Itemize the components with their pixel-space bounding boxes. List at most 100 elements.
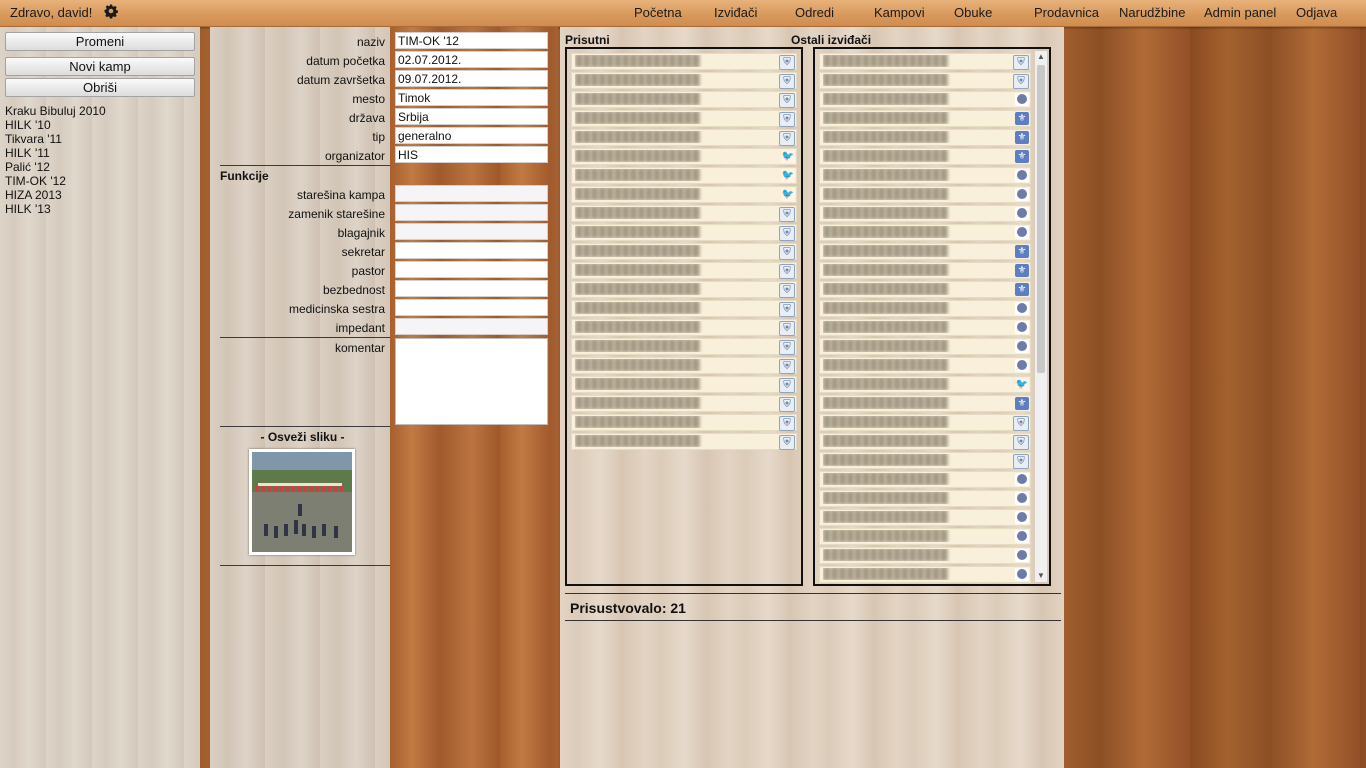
scout-row[interactable]: ████████████████ ⛨ [819,433,1031,450]
scout-row[interactable]: ████████████████ 🐦 [571,148,797,165]
scout-row[interactable]: ████████████████ ⛨ [819,414,1031,431]
nav-odredi[interactable]: Odredi [795,5,834,20]
camp-list-item[interactable]: HILK '11 [5,146,106,160]
scout-row[interactable]: ████████████████ ⛨ [571,110,797,127]
scout-row[interactable]: ████████████████ ⛨ [571,338,797,355]
drzava-field[interactable] [395,108,548,125]
scout-row[interactable]: ████████████████ ⛨ [571,281,797,298]
circle-icon [1015,549,1029,562]
scout-name-blurred: ████████████████ [823,454,948,466]
scout-row[interactable]: ████████████████⚜ [819,243,1031,260]
scout-row[interactable]: ████████████████ ⛨ [571,300,797,317]
scout-row[interactable]: ████████████████ ⛨ [571,224,797,241]
sekretar-field[interactable] [395,242,548,259]
scout-row[interactable]: ████████████████ ⛨ [571,433,797,450]
scout-row[interactable]: ████████████████ ⛨ [571,414,797,431]
mesto-field[interactable] [395,89,548,106]
scout-name-blurred: ████████████████ [575,169,700,181]
scout-row[interactable]: ████████████████ [819,471,1031,488]
scout-row[interactable]: ████████████████ [819,186,1031,203]
scout-row[interactable]: ████████████████ ⛨ [819,452,1031,469]
scout-row[interactable]: ████████████████⚜ [819,395,1031,412]
nav-admin-panel[interactable]: Admin panel [1204,5,1276,20]
camp-list-item[interactable]: Tikvara '11 [5,132,106,146]
zamenik-field[interactable] [395,204,548,221]
scout-row[interactable]: ████████████████ ⛨ [571,395,797,412]
scout-row[interactable]: ████████████████ [819,566,1031,583]
scout-row[interactable]: ████████████████ ⛨ [571,129,797,146]
present-scouts-list[interactable]: ████████████████ ⛨ ████████████████ ⛨ ██████… [565,47,803,586]
scout-row[interactable]: ████████████████⚜ [819,262,1031,279]
scout-row[interactable]: ████████████████⚜ [819,585,1031,586]
medicinska-sestra-field[interactable] [395,299,548,316]
nav-prodavnica[interactable]: Prodavnica [1034,5,1099,20]
scout-row[interactable]: ████████████████ [819,490,1031,507]
nav-odjava[interactable]: Odjava [1296,5,1337,20]
naziv-field[interactable] [395,32,548,49]
scout-row[interactable]: ████████████████ ⛨ [571,319,797,336]
scout-row[interactable]: ████████████████ ⛨ [819,72,1031,89]
komentar-textarea[interactable] [395,338,548,425]
scout-row[interactable]: ████████████████ ⛨ [571,53,797,70]
scout-name-blurred: ████████████████ [575,264,700,276]
camp-list-item[interactable]: TIM-OK '12 [5,174,106,188]
other-scouts-list[interactable]: ▲ ▼ ████████████████ ⛨ ████████████████ ⛨ ██… [813,47,1051,586]
scout-row[interactable]: ████████████████⚜ [819,129,1031,146]
nav-narudzbine[interactable]: Narudžbine [1119,5,1186,20]
datum-zavrsetka-field[interactable] [395,70,548,87]
scout-row[interactable]: ████████████████ [819,338,1031,355]
scout-row[interactable]: ████████████████ ⛨ [571,72,797,89]
scout-row[interactable]: ████████████████ [819,357,1031,374]
camp-list-item[interactable]: Palić '12 [5,160,106,174]
pastor-field[interactable] [395,261,548,278]
bezbednost-field[interactable] [395,280,548,297]
scroll-thumb[interactable] [1037,65,1045,373]
camp-list-item[interactable]: HILK '10 [5,118,106,132]
scout-row[interactable]: ████████████████ ⛨ [571,205,797,222]
scroll-down-icon[interactable]: ▼ [1035,570,1047,582]
scout-row[interactable]: ████████████████ [819,300,1031,317]
list-scrollbar[interactable]: ▲ ▼ [1035,51,1047,582]
nav-izvidjaci[interactable]: Izviđači [714,5,757,20]
nav-obuke[interactable]: Obuke [954,5,992,20]
scout-row[interactable]: ████████████████ [819,509,1031,526]
tip-field[interactable] [395,127,548,144]
scout-row[interactable]: ████████████████ 🐦 [571,167,797,184]
scroll-up-icon[interactable]: ▲ [1035,51,1047,63]
scout-row[interactable]: ████████████████ ⛨ [819,53,1031,70]
scout-row[interactable]: ████████████████ ⛨ [571,262,797,279]
crest-icon: ⛨ [779,302,795,317]
scout-row[interactable]: ████████████████ [819,205,1031,222]
nav-kampovi[interactable]: Kampovi [874,5,925,20]
scout-row[interactable]: ████████████████⚜ [819,148,1031,165]
camp-list-item[interactable]: HILK '13 [5,202,106,216]
camp-list-item[interactable]: Kraku Bibuluj 2010 [5,104,106,118]
scout-row[interactable]: ████████████████⚜ [819,110,1031,127]
staresina-field[interactable] [395,185,548,202]
scout-row[interactable]: ████████████████ [819,547,1031,564]
scout-row[interactable]: ████████████████ ⛨ [571,357,797,374]
blagajnik-field[interactable] [395,223,548,240]
scout-row[interactable]: ████████████████ [819,91,1031,108]
scout-row[interactable]: ████████████████ 🐦 [819,376,1031,393]
new-camp-button[interactable]: Novi kamp [5,57,195,76]
scout-name-blurred: ████████████████ [575,131,700,143]
gear-icon[interactable] [103,3,119,19]
scout-row[interactable]: ████████████████ [819,224,1031,241]
scout-row[interactable]: ████████████████ [819,167,1031,184]
nav-pocetna[interactable]: Početna [634,5,682,20]
edit-button[interactable]: Promeni [5,32,195,51]
scout-row[interactable]: ████████████████ ⛨ [571,376,797,393]
impedant-field[interactable] [395,318,548,335]
scout-row[interactable]: ████████████████ ⛨ [571,91,797,108]
delete-button[interactable]: Obriši [5,78,195,97]
camp-list-item[interactable]: HIZA 2013 [5,188,106,202]
refresh-photo-link[interactable]: - Osveži sliku - [220,430,385,444]
scout-row[interactable]: ████████████████ 🐦 [571,186,797,203]
scout-row[interactable]: ████████████████ [819,319,1031,336]
scout-row[interactable]: ████████████████ [819,528,1031,545]
organizator-field[interactable] [395,146,548,163]
datum-pocetka-field[interactable] [395,51,548,68]
scout-row[interactable]: ████████████████ ⛨ [571,243,797,260]
scout-row[interactable]: ████████████████⚜ [819,281,1031,298]
